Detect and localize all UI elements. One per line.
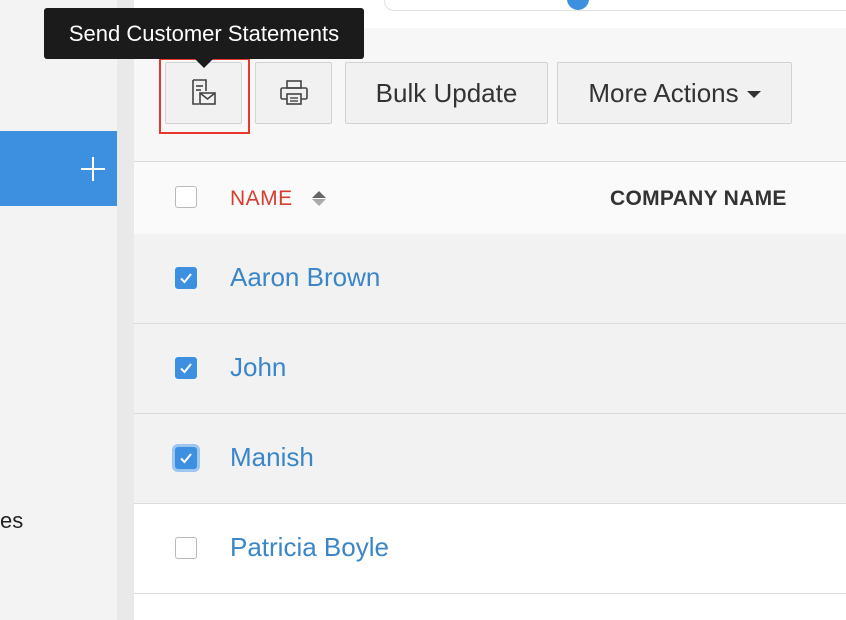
table-row[interactable]: Manish <box>134 414 846 504</box>
customer-name-link[interactable]: John <box>230 352 286 383</box>
check-icon <box>180 453 192 464</box>
row-checkbox[interactable] <box>175 537 197 559</box>
sort-icon[interactable] <box>312 191 326 207</box>
printer-icon <box>279 80 308 105</box>
row-checkbox[interactable] <box>175 357 197 379</box>
select-all-checkbox[interactable] <box>175 186 197 208</box>
sidebar-item-active[interactable] <box>0 131 117 206</box>
table-row[interactable]: Aaron Brown <box>134 234 846 324</box>
table-row[interactable]: John <box>134 324 846 414</box>
more-actions-label: More Actions <box>588 77 739 108</box>
tooltip-text: Send Customer Statements <box>68 20 340 46</box>
table-header: NAME COMPANY NAME <box>134 162 846 235</box>
highlight-box <box>159 58 250 134</box>
more-actions-button[interactable]: More Actions <box>557 62 792 124</box>
caret-down-icon <box>746 91 761 98</box>
bulk-update-label: Bulk Update <box>375 77 518 108</box>
print-button[interactable] <box>255 62 332 124</box>
bulk-update-button[interactable]: Bulk Update <box>345 62 548 124</box>
check-icon <box>180 273 192 284</box>
sidebar-scroll-gutter <box>117 0 134 620</box>
row-checkbox[interactable] <box>175 267 197 289</box>
app-icon <box>567 0 589 10</box>
sidebar-item-label[interactable]: es <box>0 508 23 534</box>
plus-icon[interactable] <box>81 157 105 181</box>
search-bar-edge[interactable] <box>384 0 846 11</box>
customer-name-link[interactable]: Patricia Boyle <box>230 532 389 563</box>
tooltip: Send Customer Statements <box>44 8 364 68</box>
customer-name-link[interactable]: Manish <box>230 442 314 473</box>
row-checkbox[interactable] <box>175 447 197 469</box>
table-row[interactable]: Patricia Boyle <box>134 504 846 594</box>
column-header-company[interactable]: COMPANY NAME <box>610 187 787 211</box>
sidebar: es <box>0 0 118 620</box>
column-header-name[interactable]: NAME <box>230 187 293 211</box>
check-icon <box>180 363 192 374</box>
customer-name-link[interactable]: Aaron Brown <box>230 262 380 293</box>
